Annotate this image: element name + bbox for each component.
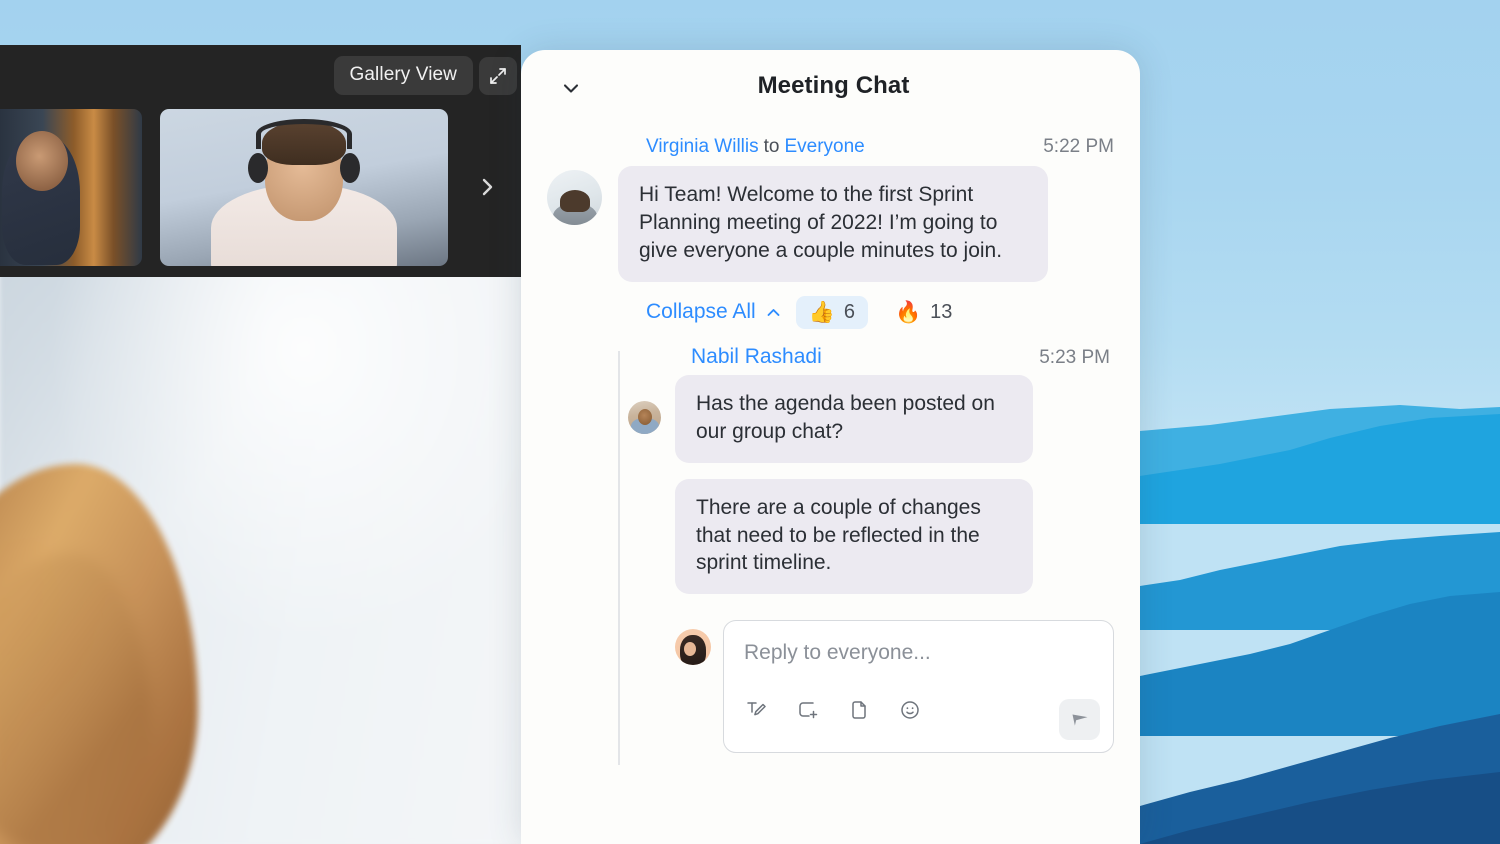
chevron-down-icon	[560, 77, 582, 99]
emoji-button[interactable]	[897, 697, 923, 723]
collapse-chat-button[interactable]	[558, 75, 584, 101]
send-button[interactable]	[1059, 699, 1100, 740]
message-row: Hi Team! Welcome to the first Sprint Pla…	[547, 166, 1114, 282]
thread-timestamp: 5:23 PM	[1039, 347, 1110, 369]
message-sender[interactable]: Virginia Willis	[646, 136, 759, 158]
send-icon	[1069, 709, 1091, 731]
message-bubble[interactable]: Hi Team! Welcome to the first Sprint Pla…	[618, 166, 1048, 282]
meeting-chat-panel: Meeting Chat Virginia Willis to Everyone…	[521, 50, 1140, 844]
thread-meta: Nabil Rashadi 5:23 PM	[691, 345, 1114, 369]
avatar-current-user[interactable]	[675, 629, 711, 665]
reply-input-box[interactable]: Reply to everyone...	[723, 620, 1114, 753]
participant-thumbnails	[0, 109, 448, 266]
thumbs-up-count: 6	[844, 301, 855, 324]
chat-header: Meeting Chat	[521, 50, 1140, 122]
participant-thumbnail-1[interactable]	[0, 109, 142, 266]
message-thread: Nabil Rashadi 5:23 PM Has the agenda bee…	[547, 345, 1114, 754]
message-meta: Virginia Willis to Everyone 5:22 PM	[646, 136, 1114, 158]
format-text-icon	[745, 698, 769, 722]
emoji-icon	[898, 698, 922, 722]
collapse-all-button[interactable]: Collapse All	[646, 300, 782, 324]
composer-toolbar	[744, 697, 1093, 723]
collapse-all-label: Collapse All	[646, 300, 756, 324]
avatar-nabil-rashadi[interactable]	[628, 401, 661, 434]
reply-input-placeholder: Reply to everyone...	[744, 641, 1093, 665]
page-title: Meeting Chat	[521, 72, 1140, 100]
message-item: Virginia Willis to Everyone 5:22 PM Hi T…	[547, 136, 1114, 282]
message-list: Virginia Willis to Everyone 5:22 PM Hi T…	[521, 122, 1140, 753]
thread-message-row: There are a couple of changes that need …	[628, 479, 1114, 595]
message-to-word: to	[764, 136, 780, 158]
fire-reaction[interactable]: 🔥 13	[882, 296, 965, 329]
message-timestamp: 5:22 PM	[1043, 136, 1114, 158]
participant-thumbnail-2[interactable]	[160, 109, 448, 266]
gallery-view-button[interactable]: Gallery View	[334, 56, 474, 95]
chevron-up-icon	[765, 304, 782, 321]
thumbs-up-reaction[interactable]: 👍 6	[796, 296, 868, 329]
expand-button[interactable]	[479, 57, 517, 95]
format-text-button[interactable]	[744, 697, 770, 723]
message-recipient[interactable]: Everyone	[784, 136, 864, 158]
reaction-row: Collapse All 👍 6 🔥 13	[646, 296, 1114, 329]
thread-sender[interactable]: Nabil Rashadi	[691, 345, 822, 369]
thread-message-bubble[interactable]: There are a couple of changes that need …	[675, 479, 1033, 595]
screenshot-button[interactable]	[795, 697, 821, 723]
screenshot-icon	[796, 698, 820, 722]
chevron-right-icon	[475, 175, 499, 199]
thread-message-bubble[interactable]: Has the agenda been posted on our group …	[675, 375, 1033, 463]
fire-icon: 🔥	[895, 302, 921, 323]
filmstrip-controls: Gallery View	[334, 56, 518, 95]
participant-filmstrip: Gallery View	[0, 45, 521, 277]
next-participants-button[interactable]	[473, 173, 501, 201]
expand-arrows-icon	[488, 66, 508, 86]
thread-line	[618, 351, 620, 765]
thumbs-up-icon: 👍	[809, 302, 835, 323]
thread-message-row: Has the agenda been posted on our group …	[628, 375, 1114, 463]
reply-composer: Reply to everyone...	[628, 620, 1114, 753]
file-attachment-icon	[847, 698, 871, 722]
fire-count: 13	[930, 301, 952, 324]
avatar-virginia-willis[interactable]	[547, 170, 602, 225]
screen: Gallery View Meeting Chat	[0, 0, 1500, 844]
file-attachment-button[interactable]	[846, 697, 872, 723]
